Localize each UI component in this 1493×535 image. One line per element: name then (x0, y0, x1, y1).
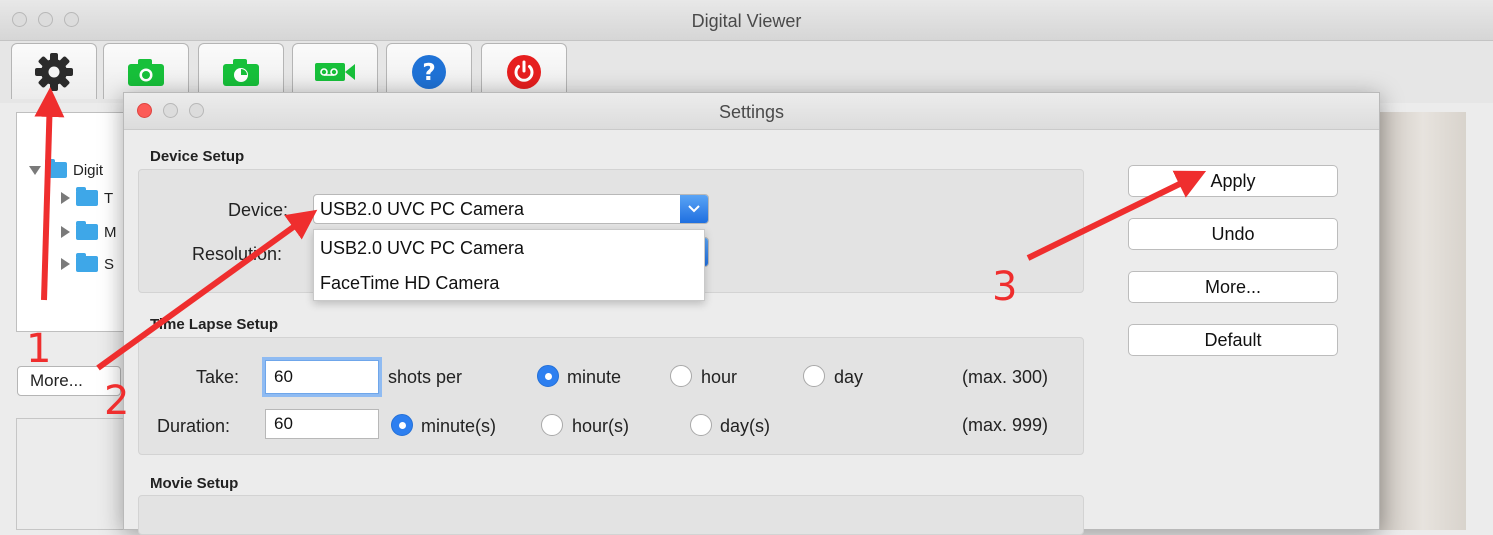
shots-per-label: shots per (388, 367, 463, 387)
duration-hours-radio[interactable] (541, 414, 563, 436)
apply-button[interactable]: Apply (1128, 165, 1338, 197)
camera-icon (128, 58, 164, 86)
power-icon (507, 54, 541, 89)
period-hour-label: hour (701, 367, 738, 387)
tree-item-root[interactable]: Digit (29, 159, 103, 181)
disclosure-open-icon (29, 165, 41, 175)
movie-setup-title: Movie Setup (150, 475, 239, 492)
device-dropdown-menu: USB2.0 UVC PC Camera FaceTime HD Camera (313, 229, 705, 301)
tree-item-label: Digit (73, 161, 104, 179)
camera-preview (1380, 112, 1466, 530)
device-select-value: USB2.0 UVC PC Camera (320, 198, 525, 219)
tree-item-label: T (104, 189, 114, 207)
tree-item-label: S (104, 255, 115, 273)
gear-icon (35, 52, 73, 91)
time-lapse-setup-title: Time Lapse Setup (150, 316, 279, 333)
folder-icon (76, 221, 98, 240)
help-icon: ? (412, 54, 446, 89)
tree-item[interactable]: T (61, 187, 113, 209)
annotation-step-2: 2 (104, 378, 130, 424)
settings-title: Settings (718, 102, 785, 122)
annotation-step-1: 1 (26, 326, 52, 372)
left-lower-panel (16, 418, 124, 530)
duration-minutes-radio[interactable] (391, 414, 413, 436)
settings-dialog: Settings (123, 92, 1380, 530)
period-minute-label: minute (567, 367, 622, 387)
timelapse-camera-icon (223, 58, 259, 86)
duration-label: Duration: (157, 416, 231, 436)
duration-input[interactable]: 60 (265, 409, 379, 439)
movie-setup-group (138, 495, 1084, 535)
undo-button[interactable]: Undo (1128, 218, 1338, 250)
file-tree-panel: Digit T M S (16, 112, 124, 332)
period-hour-radio[interactable] (670, 365, 692, 387)
timelapse-toolbar-button[interactable] (198, 43, 284, 99)
take-max-label: (max. 300) (962, 367, 1049, 387)
device-label: Device: (228, 200, 289, 220)
window-title: Digital Viewer (691, 11, 802, 31)
main-titlebar: Digital Viewer (0, 0, 1493, 41)
take-label: Take: (196, 367, 240, 387)
more-button[interactable]: More... (1128, 271, 1338, 303)
period-day-label: day (834, 367, 864, 387)
chevron-down-icon (680, 195, 708, 223)
record-video-toolbar-button[interactable] (292, 43, 378, 99)
duration-days-radio[interactable] (690, 414, 712, 436)
annotation-step-3: 3 (992, 264, 1018, 310)
period-minute-radio[interactable] (537, 365, 559, 387)
duration-minutes-label: minute(s) (421, 416, 497, 436)
svg-text:?: ? (422, 60, 435, 86)
resolution-label: Resolution: (192, 244, 283, 264)
device-option-usb-camera[interactable]: USB2.0 UVC PC Camera (320, 238, 524, 259)
device-select[interactable]: USB2.0 UVC PC Camera (313, 194, 709, 224)
period-day-radio[interactable] (803, 365, 825, 387)
video-record-icon (315, 62, 355, 81)
duration-hours-label: hour(s) (572, 416, 630, 436)
tree-item[interactable]: M (61, 221, 117, 243)
exit-toolbar-button[interactable] (481, 43, 567, 99)
folder-icon (76, 187, 98, 206)
device-option-facetime-camera[interactable]: FaceTime HD Camera (320, 273, 499, 294)
device-setup-title: Device Setup (150, 148, 245, 165)
folder-icon (45, 159, 67, 178)
help-toolbar-button[interactable]: ? (386, 43, 472, 99)
settings-toolbar-button[interactable] (11, 43, 97, 99)
tree-item[interactable]: S (61, 253, 114, 275)
folder-icon (76, 253, 98, 272)
duration-days-label: day(s) (720, 416, 771, 436)
tree-item-label: M (104, 223, 117, 241)
settings-titlebar: Settings (124, 93, 1379, 130)
duration-max-label: (max. 999) (962, 415, 1049, 435)
disclosure-closed-icon (61, 192, 70, 204)
disclosure-closed-icon (61, 226, 70, 238)
snapshot-toolbar-button[interactable] (103, 43, 189, 99)
default-button[interactable]: Default (1128, 324, 1338, 356)
take-input[interactable]: 60 (265, 360, 379, 394)
disclosure-closed-icon (61, 258, 70, 270)
